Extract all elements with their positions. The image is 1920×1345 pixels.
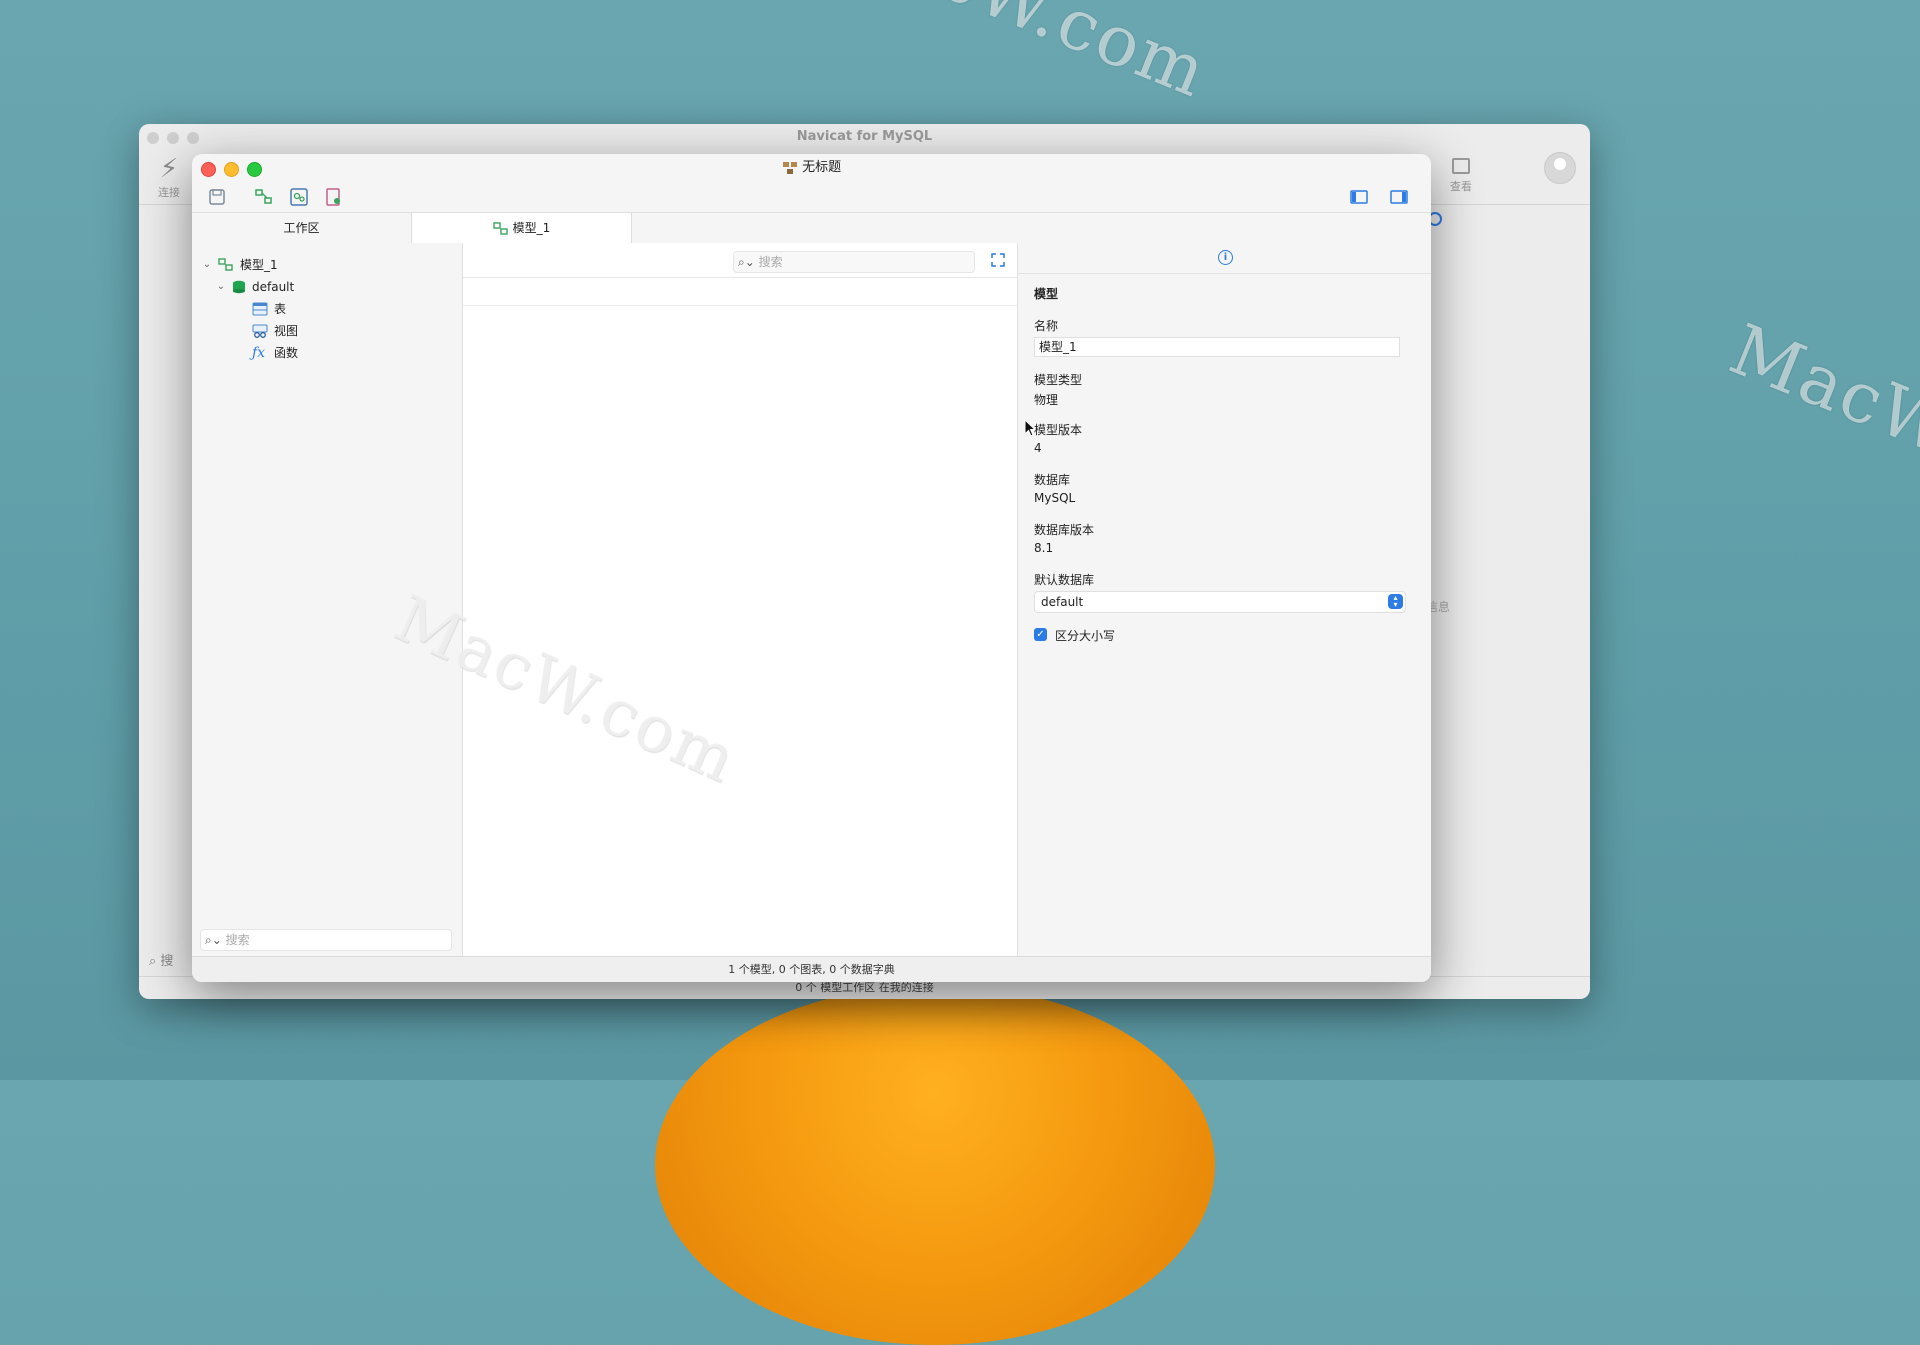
database-value: MySQL — [1034, 491, 1076, 505]
default-database-value: default — [1041, 595, 1084, 609]
tab-bar: 工作区 模型_1 — [192, 212, 1431, 244]
search-icon: ⌕ — [149, 954, 157, 969]
zoom-icon[interactable] — [247, 162, 262, 177]
fullscreen-icon[interactable] — [991, 253, 1005, 267]
chevron-down-icon[interactable]: ⌄ — [202, 255, 212, 275]
view-label: 查看 — [1450, 180, 1472, 193]
tree-item-label: 视图 — [274, 324, 299, 338]
tab-label: 模型_1 — [512, 221, 551, 235]
back-window-lights — [147, 132, 199, 144]
right-sidebar-toggle-icon[interactable] — [1389, 187, 1409, 207]
save-icon[interactable] — [207, 187, 227, 207]
new-diagram-icon[interactable] — [289, 187, 309, 207]
search-icon: ⌕⌄ — [738, 255, 755, 269]
plug-icon: ⚡ — [159, 154, 179, 184]
avatar[interactable] — [1544, 152, 1576, 184]
window-lights — [201, 162, 262, 177]
object-tree-pane: ⌄ 模型_1 ⌄ default 表 视图 ƒx 函数 ⌕⌄ 搜索 — [192, 243, 463, 957]
function-icon: ƒx — [252, 345, 266, 361]
new-dictionary-icon[interactable] — [324, 187, 344, 207]
case-sensitive-label: 区分大小写 — [1055, 629, 1116, 643]
model-window: 无标题 工作区 模型_1 ⌄ 模型_1 ⌄ default 表 视图 ƒx 函数… — [192, 154, 1431, 982]
close-icon[interactable] — [147, 132, 159, 144]
database-label: 数据库 — [1034, 473, 1071, 487]
model-icon — [218, 258, 233, 271]
model-icon — [782, 161, 797, 174]
tree-item-model[interactable]: ⌄ 模型_1 — [202, 255, 278, 275]
model-version-value: 4 — [1034, 441, 1042, 455]
table-icon — [252, 302, 268, 316]
tree-search-input[interactable]: ⌕⌄ 搜索 — [200, 929, 452, 951]
back-window-title: Navicat for MySQL — [796, 129, 933, 144]
watermark-right: MacW.com — [1719, 308, 1920, 534]
tree-search-placeholder: 搜索 — [225, 933, 250, 947]
database-version-value: 8.1 — [1034, 541, 1054, 555]
inspector-pane: i 模型 名称 模型_1 模型类型 物理 模型版本 4 数据库 MySQL 数据… — [1018, 243, 1431, 957]
default-database-label: 默认数据库 — [1034, 573, 1095, 587]
list-header-divider — [463, 305, 1017, 306]
schema-icon — [233, 280, 245, 294]
name-label: 名称 — [1034, 319, 1059, 333]
new-model-icon[interactable] — [254, 187, 274, 207]
model-icon — [493, 221, 508, 235]
model-version-label: 模型版本 — [1034, 423, 1083, 437]
minimize-icon[interactable] — [224, 162, 239, 177]
tree-item-tables[interactable]: 表 — [252, 299, 286, 319]
name-field[interactable]: 模型_1 — [1034, 337, 1400, 357]
zoom-icon[interactable] — [187, 132, 199, 144]
connect-button[interactable]: ⚡ 连接 — [149, 154, 189, 200]
close-icon[interactable] — [201, 162, 216, 177]
toolbar — [192, 182, 1431, 212]
select-arrows-icon: ▴ ▾ — [1388, 594, 1403, 609]
model-type-value: 物理 — [1034, 393, 1059, 407]
info-icon[interactable]: i — [1218, 250, 1233, 265]
object-search-input[interactable]: ⌕⌄ 搜索 — [733, 251, 975, 273]
case-sensitive-checkbox[interactable]: ✓ — [1034, 628, 1047, 641]
orange-fruit — [655, 985, 1215, 1345]
object-search-placeholder: 搜索 — [758, 255, 783, 269]
tab-workspace[interactable]: 工作区 — [192, 213, 412, 243]
tab-label: 工作区 — [283, 221, 320, 235]
minimize-icon[interactable] — [167, 132, 179, 144]
tree-item-label: 函数 — [274, 346, 299, 360]
window-title: 无标题 — [802, 160, 842, 175]
watermark-top: MacW.com — [819, 0, 1220, 114]
tree-item-label: 模型_1 — [240, 258, 278, 272]
object-list-pane: ⌕⌄ 搜索 MacW.com — [384, 243, 1018, 957]
tree-item-functions[interactable]: ƒx 函数 — [252, 343, 298, 363]
status-bar: 1 个模型, 0 个图表, 0 个数据字典 — [192, 956, 1431, 982]
view-icon — [252, 324, 268, 338]
chevron-down-icon[interactable]: ⌄ — [216, 277, 226, 297]
list-divider — [463, 277, 1017, 278]
back-search-placeholder: 搜 — [160, 954, 174, 969]
inspector-header: i — [1018, 243, 1431, 274]
tab-model[interactable]: 模型_1 — [412, 213, 632, 243]
tree-item-label: default — [252, 280, 295, 294]
default-database-select[interactable]: default ▴ ▾ — [1034, 591, 1406, 613]
database-version-label: 数据库版本 — [1034, 523, 1095, 537]
left-sidebar-toggle-icon[interactable] — [1349, 187, 1369, 207]
search-icon: ⌕⌄ — [205, 933, 222, 947]
connect-label: 连接 — [158, 186, 180, 199]
view-button[interactable]: 查看 — [1450, 154, 1472, 194]
sidebar-icon — [1452, 158, 1470, 174]
model-type-label: 模型类型 — [1034, 373, 1083, 387]
tree-item-views[interactable]: 视图 — [252, 321, 298, 341]
window-titlebar: 无标题 — [192, 154, 1431, 182]
back-search[interactable]: ⌕ 搜 — [149, 950, 173, 969]
mouse-cursor-icon — [1024, 419, 1036, 437]
tree-item-label: 表 — [274, 302, 287, 316]
inspector-section-title: 模型 — [1034, 287, 1059, 301]
tree-item-schema[interactable]: ⌄ default — [216, 277, 294, 297]
